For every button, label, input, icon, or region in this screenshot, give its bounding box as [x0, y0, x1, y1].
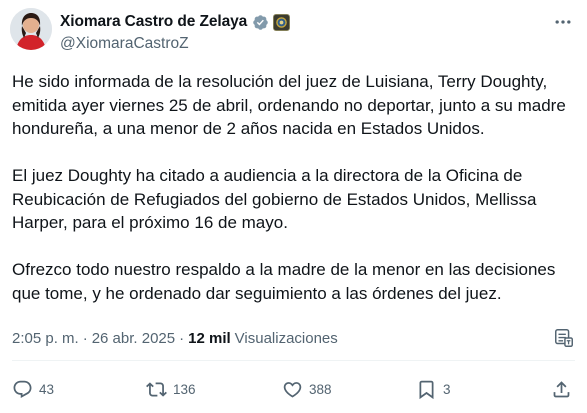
post-paragraph-2: El juez Doughty ha citado a audiencia a …	[12, 166, 537, 232]
meta-separator: ·	[82, 330, 88, 347]
translate-icon[interactable]	[553, 327, 575, 349]
views-count: 12 mil	[188, 330, 231, 347]
author-name[interactable]: Xiomara Castro de Zelaya	[60, 13, 247, 31]
like-button[interactable]: 388	[282, 376, 332, 402]
post-date[interactable]: 26 abr. 2025	[92, 330, 175, 347]
bookmark-button[interactable]: 3	[416, 376, 451, 402]
government-affiliation-icon[interactable]	[273, 13, 291, 31]
more-options-icon	[555, 20, 571, 24]
views-label: Visualizaciones	[234, 330, 338, 347]
author-handle[interactable]: @XiomaraCastroZ	[60, 35, 189, 53]
reply-icon	[13, 380, 32, 398]
like-icon	[283, 381, 302, 398]
more-options-button[interactable]	[551, 10, 575, 34]
avatar-image	[10, 8, 52, 50]
post-text: He sido informada de la resolución del j…	[12, 70, 578, 329]
post-meta: 2:05 p. m. · 26 abr. 2025 · 12 mil Visua…	[12, 330, 338, 347]
avatar[interactable]	[10, 8, 52, 50]
share-button[interactable]	[551, 376, 572, 402]
reply-count: 43	[39, 381, 55, 397]
repost-icon	[146, 381, 167, 397]
verified-badge-icon[interactable]	[252, 14, 269, 31]
action-bar: 43 136 388 3	[12, 376, 575, 402]
divider	[12, 360, 575, 361]
repost-button[interactable]: 136	[146, 376, 196, 402]
reply-button[interactable]: 43	[12, 376, 54, 402]
post-paragraph-3: Ofrezco todo nuestro respaldo a la madre…	[12, 260, 556, 303]
post-paragraph-1: He sido informada de la resolución del j…	[12, 72, 566, 138]
like-count: 388	[309, 381, 332, 397]
meta-separator: ·	[179, 330, 185, 347]
post-time[interactable]: 2:05 p. m.	[12, 330, 79, 347]
bookmark-icon	[419, 380, 434, 399]
share-icon	[553, 380, 570, 397]
repost-count: 136	[173, 381, 196, 397]
bookmark-count: 3	[443, 381, 451, 397]
